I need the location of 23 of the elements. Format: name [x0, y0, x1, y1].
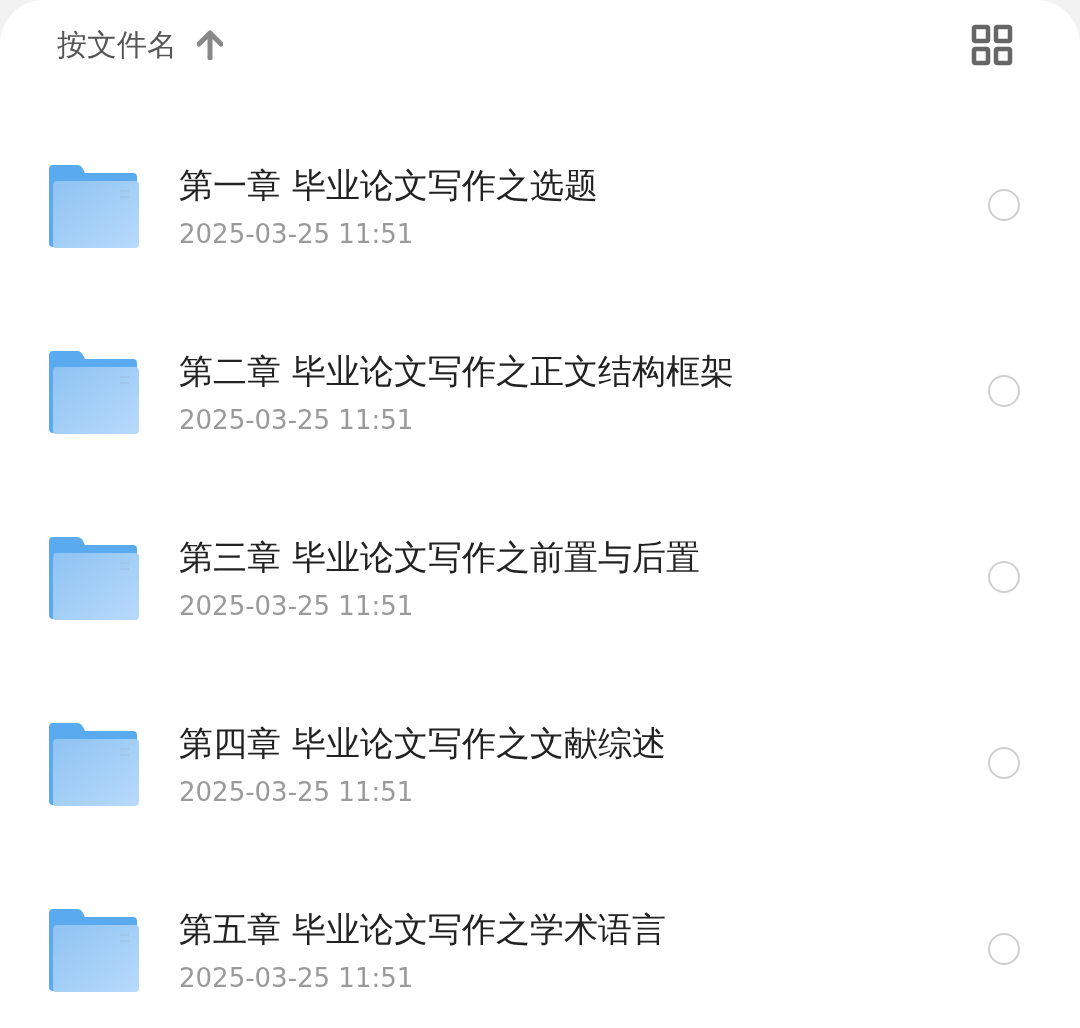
folder-name: 第二章 毕业论文写作之正文结构框架: [179, 350, 735, 393]
modified-date: 2025-03-25 11:51: [179, 405, 415, 435]
folder-icon: [47, 348, 139, 434]
grid-view-icon[interactable]: [971, 24, 1013, 66]
sort-button[interactable]: 按文件名: [57, 24, 223, 66]
folder-name: 第一章 毕业论文写作之选题: [179, 164, 599, 207]
modified-date: 2025-03-25 11:51: [179, 777, 415, 807]
select-radio[interactable]: [988, 561, 1020, 593]
folder-icon: [47, 906, 139, 992]
modified-date: 2025-03-25 11:51: [179, 591, 415, 621]
folder-name: 第三章 毕业论文写作之前置与后置: [179, 536, 701, 579]
select-radio[interactable]: [988, 933, 1020, 965]
arrow-up-icon: [197, 30, 223, 60]
folder-name: 第四章 毕业论文写作之文献综述: [179, 722, 667, 765]
modified-date: 2025-03-25 11:51: [179, 219, 415, 249]
modified-date: 2025-03-25 11:51: [179, 963, 415, 993]
select-radio[interactable]: [988, 747, 1020, 779]
folder-icon: [47, 162, 139, 248]
folder-icon: [47, 534, 139, 620]
select-radio[interactable]: [988, 375, 1020, 407]
folder-icon: [47, 720, 139, 806]
folder-name: 第五章 毕业论文写作之学术语言: [179, 908, 667, 951]
select-radio[interactable]: [988, 189, 1020, 221]
